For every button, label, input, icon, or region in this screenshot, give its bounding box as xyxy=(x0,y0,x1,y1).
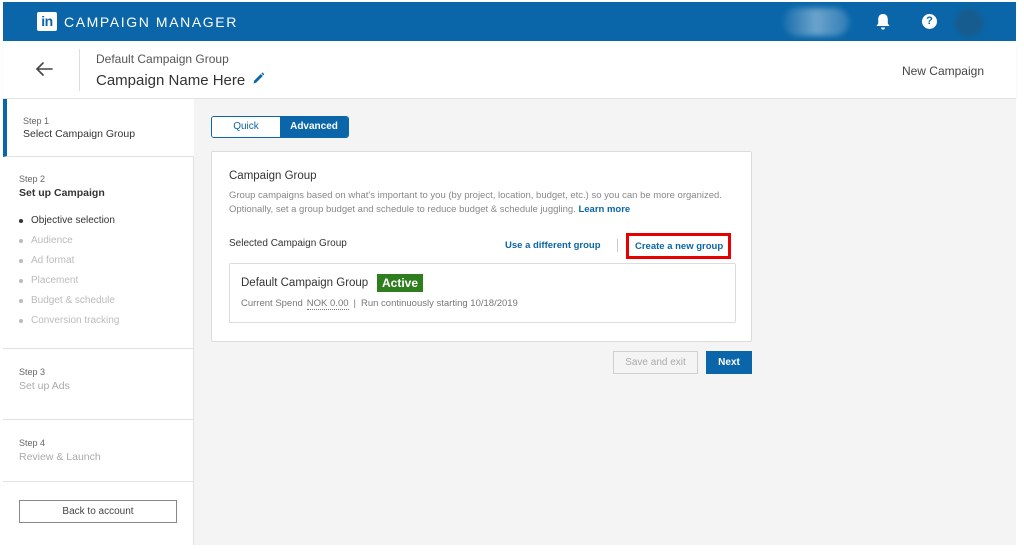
app-title: CAMPAIGN MANAGER xyxy=(64,14,238,30)
selected-group-label: Selected Campaign Group xyxy=(229,238,347,249)
page-title: New Campaign xyxy=(901,64,984,78)
top-navigation-bar: in CAMPAIGN MANAGER ? xyxy=(3,2,1016,41)
use-different-group-link[interactable]: Use a different group xyxy=(505,240,601,251)
bell-icon[interactable] xyxy=(875,13,891,31)
schedule-text: Run continuously starting 10/18/2019 xyxy=(360,298,518,309)
sidebar-step-3: Step 3 Set up Ads xyxy=(3,349,194,420)
card-description: Group campaigns based on what's importan… xyxy=(229,190,722,215)
bullet-icon xyxy=(19,259,23,263)
step-number: Step 3 xyxy=(19,367,46,377)
sidebar-step-2[interactable]: Step 2 Set up Campaign Objective selecti… xyxy=(3,157,194,349)
substep-conversion-tracking: Conversion tracking xyxy=(19,314,119,334)
linkedin-logo-icon[interactable]: in xyxy=(37,12,57,31)
substep-placement: Placement xyxy=(19,274,119,294)
quick-mode-button[interactable]: Quick xyxy=(212,117,280,137)
bullet-icon xyxy=(19,239,23,243)
step-title: Review & Launch xyxy=(19,451,101,463)
spend-value[interactable]: NOK 0.00 xyxy=(306,298,349,310)
sidebar-step-1[interactable]: Step 1 Select Campaign Group xyxy=(3,99,194,157)
help-icon[interactable]: ? xyxy=(922,14,937,29)
pencil-icon[interactable] xyxy=(252,72,264,85)
mode-toggle: Quick Advanced xyxy=(211,116,349,138)
campaign-group-name: Default Campaign Group xyxy=(96,52,229,66)
create-new-group-highlight: Create a new group xyxy=(626,233,731,259)
substep-list: Objective selection Audience Ad format P… xyxy=(19,214,119,334)
create-new-group-link[interactable]: Create a new group xyxy=(635,241,723,252)
campaign-name: Campaign Name Here xyxy=(96,72,246,89)
selected-group-card: Default Campaign Group Active Current Sp… xyxy=(229,263,736,323)
save-and-exit-button[interactable]: Save and exit xyxy=(613,351,698,374)
bullet-icon xyxy=(19,319,23,323)
campaign-group-card: Campaign Group Group campaigns based on … xyxy=(211,151,752,342)
step-title: Select Campaign Group xyxy=(23,128,136,140)
campaign-header: Default Campaign Group Campaign Name Her… xyxy=(3,41,1016,99)
account-selector[interactable] xyxy=(783,8,849,36)
substep-audience: Audience xyxy=(19,234,119,254)
bullet-icon xyxy=(19,279,23,283)
substep-objective-selection[interactable]: Objective selection xyxy=(19,214,119,234)
avatar[interactable] xyxy=(955,9,983,37)
steps-sidebar: Step 1 Select Campaign Group Step 2 Set … xyxy=(3,99,194,545)
header-divider xyxy=(79,49,80,91)
advanced-mode-button[interactable]: Advanced xyxy=(280,117,348,137)
selected-group-name: Default Campaign Group xyxy=(241,277,369,289)
arrow-left-icon[interactable] xyxy=(35,61,53,77)
separator: | xyxy=(353,298,356,309)
step-title: Set up Campaign xyxy=(19,187,105,199)
status-badge: Active xyxy=(377,274,424,292)
spend-label: Current Spend xyxy=(241,298,303,309)
link-divider xyxy=(617,239,618,252)
step-number: Step 2 xyxy=(19,174,46,184)
bullet-icon xyxy=(19,219,23,223)
card-title: Campaign Group xyxy=(229,170,317,182)
substep-ad-format: Ad format xyxy=(19,254,119,274)
back-to-account-button[interactable]: Back to account xyxy=(19,500,177,523)
step-title: Set up Ads xyxy=(19,380,70,392)
step-number: Step 4 xyxy=(19,438,46,448)
substep-budget-schedule: Budget & schedule xyxy=(19,294,119,314)
learn-more-link[interactable]: Learn more xyxy=(578,204,630,215)
spend-line: Current Spend NOK 0.00 | Run continuously s… xyxy=(241,298,518,310)
sidebar-step-4: Step 4 Review & Launch xyxy=(3,420,194,482)
bullet-icon xyxy=(19,299,23,303)
step-number: Step 1 xyxy=(23,116,50,126)
next-button[interactable]: Next xyxy=(706,351,752,374)
